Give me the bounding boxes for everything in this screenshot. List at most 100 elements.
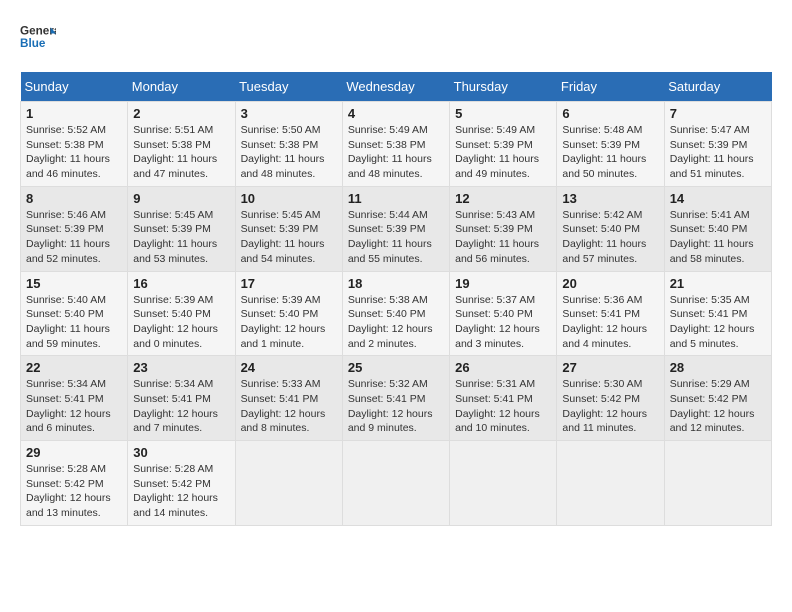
day-number: 15 [26, 276, 122, 291]
day-info: Sunrise: 5:40 AM Sunset: 5:40 PM Dayligh… [26, 293, 122, 352]
calendar-cell: 2Sunrise: 5:51 AM Sunset: 5:38 PM Daylig… [128, 102, 235, 187]
calendar-cell: 1 Sunrise: 5:52 AM Sunset: 5:38 PM Daylig… [21, 102, 128, 187]
calendar-cell [235, 441, 342, 526]
calendar-cell: 21Sunrise: 5:35 AM Sunset: 5:41 PM Dayli… [664, 271, 771, 356]
day-info: Sunrise: 5:52 AM Sunset: 5:38 PM Dayligh… [26, 123, 122, 182]
day-number: 23 [133, 360, 229, 375]
calendar-cell: 30 Sunrise: 5:28 AM Sunset: 5:42 PM Dayli… [128, 441, 235, 526]
calendar-cell: 23 Sunrise: 5:34 AM Sunset: 5:41 PM Dayli… [128, 356, 235, 441]
calendar-cell [342, 441, 449, 526]
day-info: Sunrise: 5:32 AM Sunset: 5:41 PM Dayligh… [348, 377, 444, 436]
day-number: 17 [241, 276, 337, 291]
day-number: 13 [562, 191, 658, 206]
calendar-cell: 28 Sunrise: 5:29 AM Sunset: 5:42 PM Dayli… [664, 356, 771, 441]
calendar-cell [450, 441, 557, 526]
weekday-header-sunday: Sunday [21, 72, 128, 102]
day-number: 11 [348, 191, 444, 206]
day-number: 16 [133, 276, 229, 291]
calendar-cell: 5 Sunrise: 5:49 AM Sunset: 5:39 PM Daylig… [450, 102, 557, 187]
day-info: Sunrise: 5:39 AM Sunset: 5:40 PM Dayligh… [241, 293, 337, 352]
day-info: Sunrise: 5:44 AM Sunset: 5:39 PM Dayligh… [348, 208, 444, 267]
calendar-body: 1 Sunrise: 5:52 AM Sunset: 5:38 PM Daylig… [21, 102, 772, 526]
calendar-week-1: 1 Sunrise: 5:52 AM Sunset: 5:38 PM Daylig… [21, 102, 772, 187]
day-number: 24 [241, 360, 337, 375]
calendar-header: SundayMondayTuesdayWednesdayThursdayFrid… [21, 72, 772, 102]
day-number: 5 [455, 106, 551, 121]
day-info: Sunrise: 5:45 AM Sunset: 5:39 PM Dayligh… [241, 208, 337, 267]
calendar-cell: 19Sunrise: 5:37 AM Sunset: 5:40 PM Dayli… [450, 271, 557, 356]
calendar-cell: 25 Sunrise: 5:32 AM Sunset: 5:41 PM Dayli… [342, 356, 449, 441]
calendar-cell: 11 Sunrise: 5:44 AM Sunset: 5:39 PM Dayli… [342, 186, 449, 271]
day-info: Sunrise: 5:37 AM Sunset: 5:40 PM Dayligh… [455, 293, 551, 352]
day-number: 26 [455, 360, 551, 375]
day-number: 7 [670, 106, 766, 121]
day-info: Sunrise: 5:34 AM Sunset: 5:41 PM Dayligh… [26, 377, 122, 436]
day-number: 27 [562, 360, 658, 375]
calendar-cell: 26 Sunrise: 5:31 AM Sunset: 5:41 PM Dayli… [450, 356, 557, 441]
calendar-cell: 20 Sunrise: 5:36 AM Sunset: 5:41 PM Dayli… [557, 271, 664, 356]
day-info: Sunrise: 5:46 AM Sunset: 5:39 PM Dayligh… [26, 208, 122, 267]
day-info: Sunrise: 5:38 AM Sunset: 5:40 PM Dayligh… [348, 293, 444, 352]
day-number: 9 [133, 191, 229, 206]
day-info: Sunrise: 5:29 AM Sunset: 5:42 PM Dayligh… [670, 377, 766, 436]
calendar-cell: 22Sunrise: 5:34 AM Sunset: 5:41 PM Dayli… [21, 356, 128, 441]
weekday-header-saturday: Saturday [664, 72, 771, 102]
day-number: 20 [562, 276, 658, 291]
day-info: Sunrise: 5:42 AM Sunset: 5:40 PM Dayligh… [562, 208, 658, 267]
calendar-week-5: 29 Sunrise: 5:28 AM Sunset: 5:42 PM Dayli… [21, 441, 772, 526]
day-number: 14 [670, 191, 766, 206]
day-info: Sunrise: 5:49 AM Sunset: 5:38 PM Dayligh… [348, 123, 444, 182]
day-info: Sunrise: 5:50 AM Sunset: 5:38 PM Dayligh… [241, 123, 337, 182]
day-info: Sunrise: 5:34 AM Sunset: 5:41 PM Dayligh… [133, 377, 229, 436]
calendar-cell: 12 Sunrise: 5:43 AM Sunset: 5:39 PM Dayli… [450, 186, 557, 271]
day-number: 8 [26, 191, 122, 206]
day-info: Sunrise: 5:36 AM Sunset: 5:41 PM Dayligh… [562, 293, 658, 352]
calendar-cell: 7 Sunrise: 5:47 AM Sunset: 5:39 PM Daylig… [664, 102, 771, 187]
calendar-cell [664, 441, 771, 526]
day-number: 6 [562, 106, 658, 121]
day-number: 1 [26, 106, 122, 121]
calendar-week-3: 15 Sunrise: 5:40 AM Sunset: 5:40 PM Dayli… [21, 271, 772, 356]
day-number: 29 [26, 445, 122, 460]
day-info: Sunrise: 5:45 AM Sunset: 5:39 PM Dayligh… [133, 208, 229, 267]
day-info: Sunrise: 5:35 AM Sunset: 5:41 PM Dayligh… [670, 293, 766, 352]
calendar-week-4: 22Sunrise: 5:34 AM Sunset: 5:41 PM Dayli… [21, 356, 772, 441]
calendar-cell: 8 Sunrise: 5:46 AM Sunset: 5:39 PM Daylig… [21, 186, 128, 271]
day-info: Sunrise: 5:49 AM Sunset: 5:39 PM Dayligh… [455, 123, 551, 182]
calendar-cell: 6 Sunrise: 5:48 AM Sunset: 5:39 PM Daylig… [557, 102, 664, 187]
calendar-cell: 15 Sunrise: 5:40 AM Sunset: 5:40 PM Dayli… [21, 271, 128, 356]
weekday-header-tuesday: Tuesday [235, 72, 342, 102]
day-info: Sunrise: 5:48 AM Sunset: 5:39 PM Dayligh… [562, 123, 658, 182]
day-number: 25 [348, 360, 444, 375]
day-number: 18 [348, 276, 444, 291]
day-info: Sunrise: 5:28 AM Sunset: 5:42 PM Dayligh… [26, 462, 122, 521]
day-info: Sunrise: 5:31 AM Sunset: 5:41 PM Dayligh… [455, 377, 551, 436]
page-header: General Blue [20, 20, 772, 56]
day-number: 3 [241, 106, 337, 121]
day-info: Sunrise: 5:28 AM Sunset: 5:42 PM Dayligh… [133, 462, 229, 521]
logo-icon: General Blue [20, 20, 56, 56]
calendar-cell: 24Sunrise: 5:33 AM Sunset: 5:41 PM Dayli… [235, 356, 342, 441]
calendar-cell: 16 Sunrise: 5:39 AM Sunset: 5:40 PM Dayli… [128, 271, 235, 356]
calendar-cell: 27 Sunrise: 5:30 AM Sunset: 5:42 PM Dayli… [557, 356, 664, 441]
day-number: 30 [133, 445, 229, 460]
day-info: Sunrise: 5:47 AM Sunset: 5:39 PM Dayligh… [670, 123, 766, 182]
day-info: Sunrise: 5:43 AM Sunset: 5:39 PM Dayligh… [455, 208, 551, 267]
calendar-cell: 3 Sunrise: 5:50 AM Sunset: 5:38 PM Daylig… [235, 102, 342, 187]
day-info: Sunrise: 5:39 AM Sunset: 5:40 PM Dayligh… [133, 293, 229, 352]
day-info: Sunrise: 5:30 AM Sunset: 5:42 PM Dayligh… [562, 377, 658, 436]
calendar-cell [557, 441, 664, 526]
day-number: 4 [348, 106, 444, 121]
day-number: 28 [670, 360, 766, 375]
calendar-week-2: 8 Sunrise: 5:46 AM Sunset: 5:39 PM Daylig… [21, 186, 772, 271]
day-number: 12 [455, 191, 551, 206]
weekday-header-wednesday: Wednesday [342, 72, 449, 102]
calendar-cell: 29 Sunrise: 5:28 AM Sunset: 5:42 PM Dayli… [21, 441, 128, 526]
calendar-cell: 14Sunrise: 5:41 AM Sunset: 5:40 PM Dayli… [664, 186, 771, 271]
weekday-header-monday: Monday [128, 72, 235, 102]
calendar-cell: 18 Sunrise: 5:38 AM Sunset: 5:40 PM Dayli… [342, 271, 449, 356]
day-number: 2 [133, 106, 229, 121]
calendar-cell: 10 Sunrise: 5:45 AM Sunset: 5:39 PM Dayli… [235, 186, 342, 271]
calendar-cell: 17 Sunrise: 5:39 AM Sunset: 5:40 PM Dayli… [235, 271, 342, 356]
day-number: 10 [241, 191, 337, 206]
